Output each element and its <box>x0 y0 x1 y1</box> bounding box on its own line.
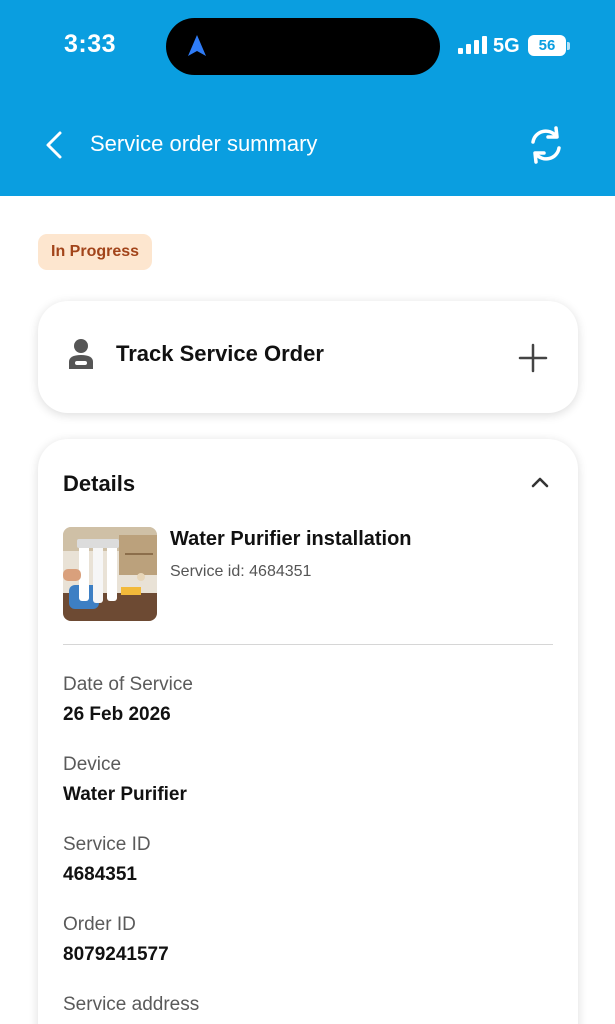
battery-icon: 56 <box>528 35 570 57</box>
track-service-order-title: Track Service Order <box>116 341 324 366</box>
date-of-service-label: Date of Service <box>63 674 193 695</box>
device-value: Water Purifier <box>63 784 187 805</box>
order-id-label: Order ID <box>63 914 136 935</box>
refresh-button[interactable] <box>525 124 567 166</box>
date-of-service-value: 26 Feb 2026 <box>63 704 171 725</box>
dynamic-island <box>166 18 440 75</box>
status-time: 3:33 <box>64 30 117 58</box>
plus-icon[interactable] <box>518 343 548 373</box>
product-name: Water Purifier installation <box>170 528 412 550</box>
details-title: Details <box>63 471 136 496</box>
back-button[interactable] <box>40 128 70 162</box>
battery-level: 56 <box>538 37 556 54</box>
device-label: Device <box>63 754 122 775</box>
status-badge: In Progress <box>38 234 153 270</box>
divider <box>63 644 553 645</box>
product-service-id: Service id: 4684351 <box>170 563 312 580</box>
status-bar: 3:33 5G 56 <box>0 0 615 90</box>
product-thumbnail <box>63 527 157 621</box>
app-header: 3:33 5G 56 Service order summary <box>0 0 615 196</box>
service-address-label: Service address <box>63 994 200 1015</box>
service-id-value: 4684351 <box>63 864 137 885</box>
network-type: 5G <box>493 35 520 57</box>
navigation-arrow-icon <box>188 35 206 56</box>
signal-strength-icon <box>458 36 487 54</box>
details-card: Details Water Purifier installation Serv… <box>38 439 578 1024</box>
person-icon <box>69 339 93 369</box>
page-title: Service order summary <box>90 131 318 156</box>
chevron-up-icon[interactable] <box>530 475 550 489</box>
service-id-label: Service ID <box>63 834 151 855</box>
order-id-value: 8079241577 <box>63 944 169 965</box>
track-service-order-card[interactable]: Track Service Order <box>38 301 578 413</box>
